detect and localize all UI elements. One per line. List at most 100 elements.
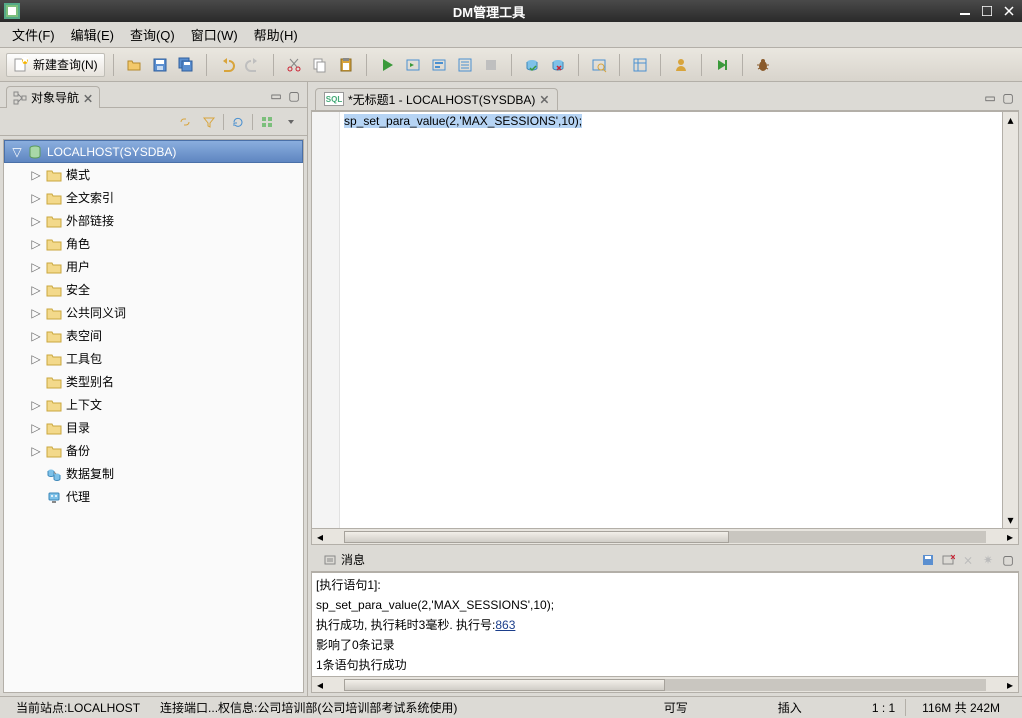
- undo-button[interactable]: [215, 53, 239, 77]
- minimize-editor-button[interactable]: ▭: [983, 91, 997, 105]
- execution-id-link[interactable]: 863: [495, 618, 515, 632]
- maximize-button[interactable]: [978, 4, 996, 18]
- editor-tab[interactable]: SQL *无标题1 - LOCALHOST(SYSDBA) ⨯: [315, 88, 558, 110]
- status-memory: 116M 共 242M: [905, 699, 1016, 716]
- expand-arrow-icon[interactable]: ▷: [30, 192, 42, 204]
- execute-button[interactable]: [375, 53, 399, 77]
- sql-editor[interactable]: sp_set_para_value(2,'MAX_SESSIONS',10); …: [311, 111, 1019, 545]
- expand-arrow-icon[interactable]: ▷: [30, 238, 42, 250]
- scroll-down-icon[interactable]: ▾: [1003, 512, 1018, 528]
- tree-item[interactable]: ▷外部链接: [4, 209, 303, 232]
- tree-item[interactable]: ▷模式: [4, 163, 303, 186]
- toolbar-separator: [619, 54, 620, 76]
- filter-button[interactable]: [199, 112, 219, 132]
- redo-button[interactable]: [241, 53, 265, 77]
- minimize-panel-button[interactable]: ▭: [269, 89, 283, 103]
- export-button[interactable]: [710, 53, 734, 77]
- menu-help[interactable]: 帮助(H): [246, 23, 306, 46]
- user-button[interactable]: [669, 53, 693, 77]
- message-horizontal-scrollbar[interactable]: ◂ ▸: [311, 677, 1019, 693]
- tree-item[interactable]: ▷上下文: [4, 393, 303, 416]
- maximize-msg-button[interactable]: ▢: [1001, 553, 1015, 567]
- execute-plan-button[interactable]: [453, 53, 477, 77]
- refresh-button[interactable]: [228, 112, 248, 132]
- paste-button[interactable]: [334, 53, 358, 77]
- close-editor-tab-icon[interactable]: ⨯: [539, 92, 549, 106]
- expand-arrow-icon[interactable]: ▷: [30, 261, 42, 273]
- expand-arrow-icon[interactable]: ▷: [30, 169, 42, 181]
- object-navigator-tab[interactable]: 对象导航 ⨯: [6, 86, 100, 108]
- scroll-up-icon[interactable]: ▴: [1003, 112, 1018, 128]
- stop-button[interactable]: [479, 53, 503, 77]
- menu-edit[interactable]: 编辑(E): [63, 23, 122, 46]
- status-cursor-position: 1 : 1: [862, 701, 905, 715]
- tree-item[interactable]: ▷表空间: [4, 324, 303, 347]
- expand-arrow-icon[interactable]: ▷: [30, 399, 42, 411]
- tree-item[interactable]: ▷全文索引: [4, 186, 303, 209]
- expand-arrow-icon[interactable]: ▷: [30, 330, 42, 342]
- new-query-button[interactable]: ★ 新建查询(N): [6, 53, 105, 77]
- commit-button[interactable]: [520, 53, 544, 77]
- link-editor-button[interactable]: [175, 112, 195, 132]
- expand-arrow-icon[interactable]: ▷: [30, 422, 42, 434]
- collapse-arrow-icon[interactable]: ▽: [11, 146, 23, 158]
- tree-item[interactable]: 数据复制: [4, 462, 303, 485]
- close-tab-icon[interactable]: ⨯: [83, 91, 93, 105]
- tree-item[interactable]: ▷备份: [4, 439, 303, 462]
- status-site: 当前站点:LOCALHOST: [6, 699, 150, 716]
- expand-arrow-icon[interactable]: ▷: [30, 215, 42, 227]
- menu-query[interactable]: 查询(Q): [122, 23, 183, 46]
- save-button[interactable]: [148, 53, 172, 77]
- dropdown-button[interactable]: [281, 112, 301, 132]
- find-button[interactable]: [587, 53, 611, 77]
- close-button[interactable]: [1000, 4, 1018, 18]
- editor-content[interactable]: sp_set_para_value(2,'MAX_SESSIONS',10);: [340, 112, 1002, 528]
- scroll-thumb[interactable]: [344, 531, 729, 543]
- tree-item[interactable]: ▷安全: [4, 278, 303, 301]
- message-tab[interactable]: 消息: [315, 549, 373, 570]
- tree-item[interactable]: ▷目录: [4, 416, 303, 439]
- expand-arrow-icon[interactable]: ▷: [30, 307, 42, 319]
- debug-button[interactable]: [751, 53, 775, 77]
- scroll-right-icon[interactable]: ▸: [1002, 530, 1018, 544]
- menu-file[interactable]: 文件(F): [4, 23, 63, 46]
- maximize-editor-button[interactable]: ▢: [1001, 91, 1015, 105]
- scroll-thumb[interactable]: [344, 679, 665, 691]
- minimize-button[interactable]: [956, 4, 974, 18]
- tree-item[interactable]: ▷角色: [4, 232, 303, 255]
- expand-arrow-icon[interactable]: ▷: [30, 445, 42, 457]
- vertical-scrollbar[interactable]: ▴ ▾: [1002, 112, 1018, 528]
- copy-button[interactable]: [308, 53, 332, 77]
- status-insert-mode: 插入: [768, 699, 812, 716]
- horizontal-scrollbar[interactable]: ◂ ▸: [312, 528, 1018, 544]
- close-msg-button[interactable]: ⨯: [961, 553, 975, 567]
- execute-selection-button[interactable]: [427, 53, 451, 77]
- save-messages-button[interactable]: [921, 553, 935, 567]
- tree-item[interactable]: ▷公共同义词: [4, 301, 303, 324]
- tree-item[interactable]: 类型别名: [4, 370, 303, 393]
- tree-item[interactable]: 代理: [4, 485, 303, 508]
- scroll-left-icon[interactable]: ◂: [312, 530, 328, 544]
- restore-panel-button[interactable]: ▢: [287, 89, 301, 103]
- schema-button[interactable]: [628, 53, 652, 77]
- collapse-all-button[interactable]: [257, 112, 277, 132]
- message-output[interactable]: [执行语句1]: sp_set_para_value(2,'MAX_SESSIO…: [311, 572, 1019, 677]
- cut-button[interactable]: [282, 53, 306, 77]
- scroll-left-icon[interactable]: ◂: [312, 678, 328, 692]
- options-msg-button[interactable]: ✷: [981, 553, 995, 567]
- rollback-button[interactable]: [546, 53, 570, 77]
- navigator-tree[interactable]: ▽ LOCALHOST(SYSDBA) ▷模式▷全文索引▷外部链接▷角色▷用户▷…: [3, 139, 304, 693]
- save-all-button[interactable]: [174, 53, 198, 77]
- menu-window[interactable]: 窗口(W): [183, 23, 246, 46]
- expand-arrow-icon[interactable]: ▷: [30, 284, 42, 296]
- tree-item[interactable]: ▷工具包: [4, 347, 303, 370]
- tree-root[interactable]: ▽ LOCALHOST(SYSDBA): [4, 140, 303, 163]
- scroll-right-icon[interactable]: ▸: [1002, 678, 1018, 692]
- open-button[interactable]: [122, 53, 146, 77]
- tree-item[interactable]: ▷用户: [4, 255, 303, 278]
- execute-script-button[interactable]: [401, 53, 425, 77]
- sql-file-icon: SQL: [324, 92, 344, 106]
- clear-messages-button[interactable]: [941, 553, 955, 567]
- expand-arrow-icon[interactable]: ▷: [30, 353, 42, 365]
- toolbar-separator: [366, 54, 367, 76]
